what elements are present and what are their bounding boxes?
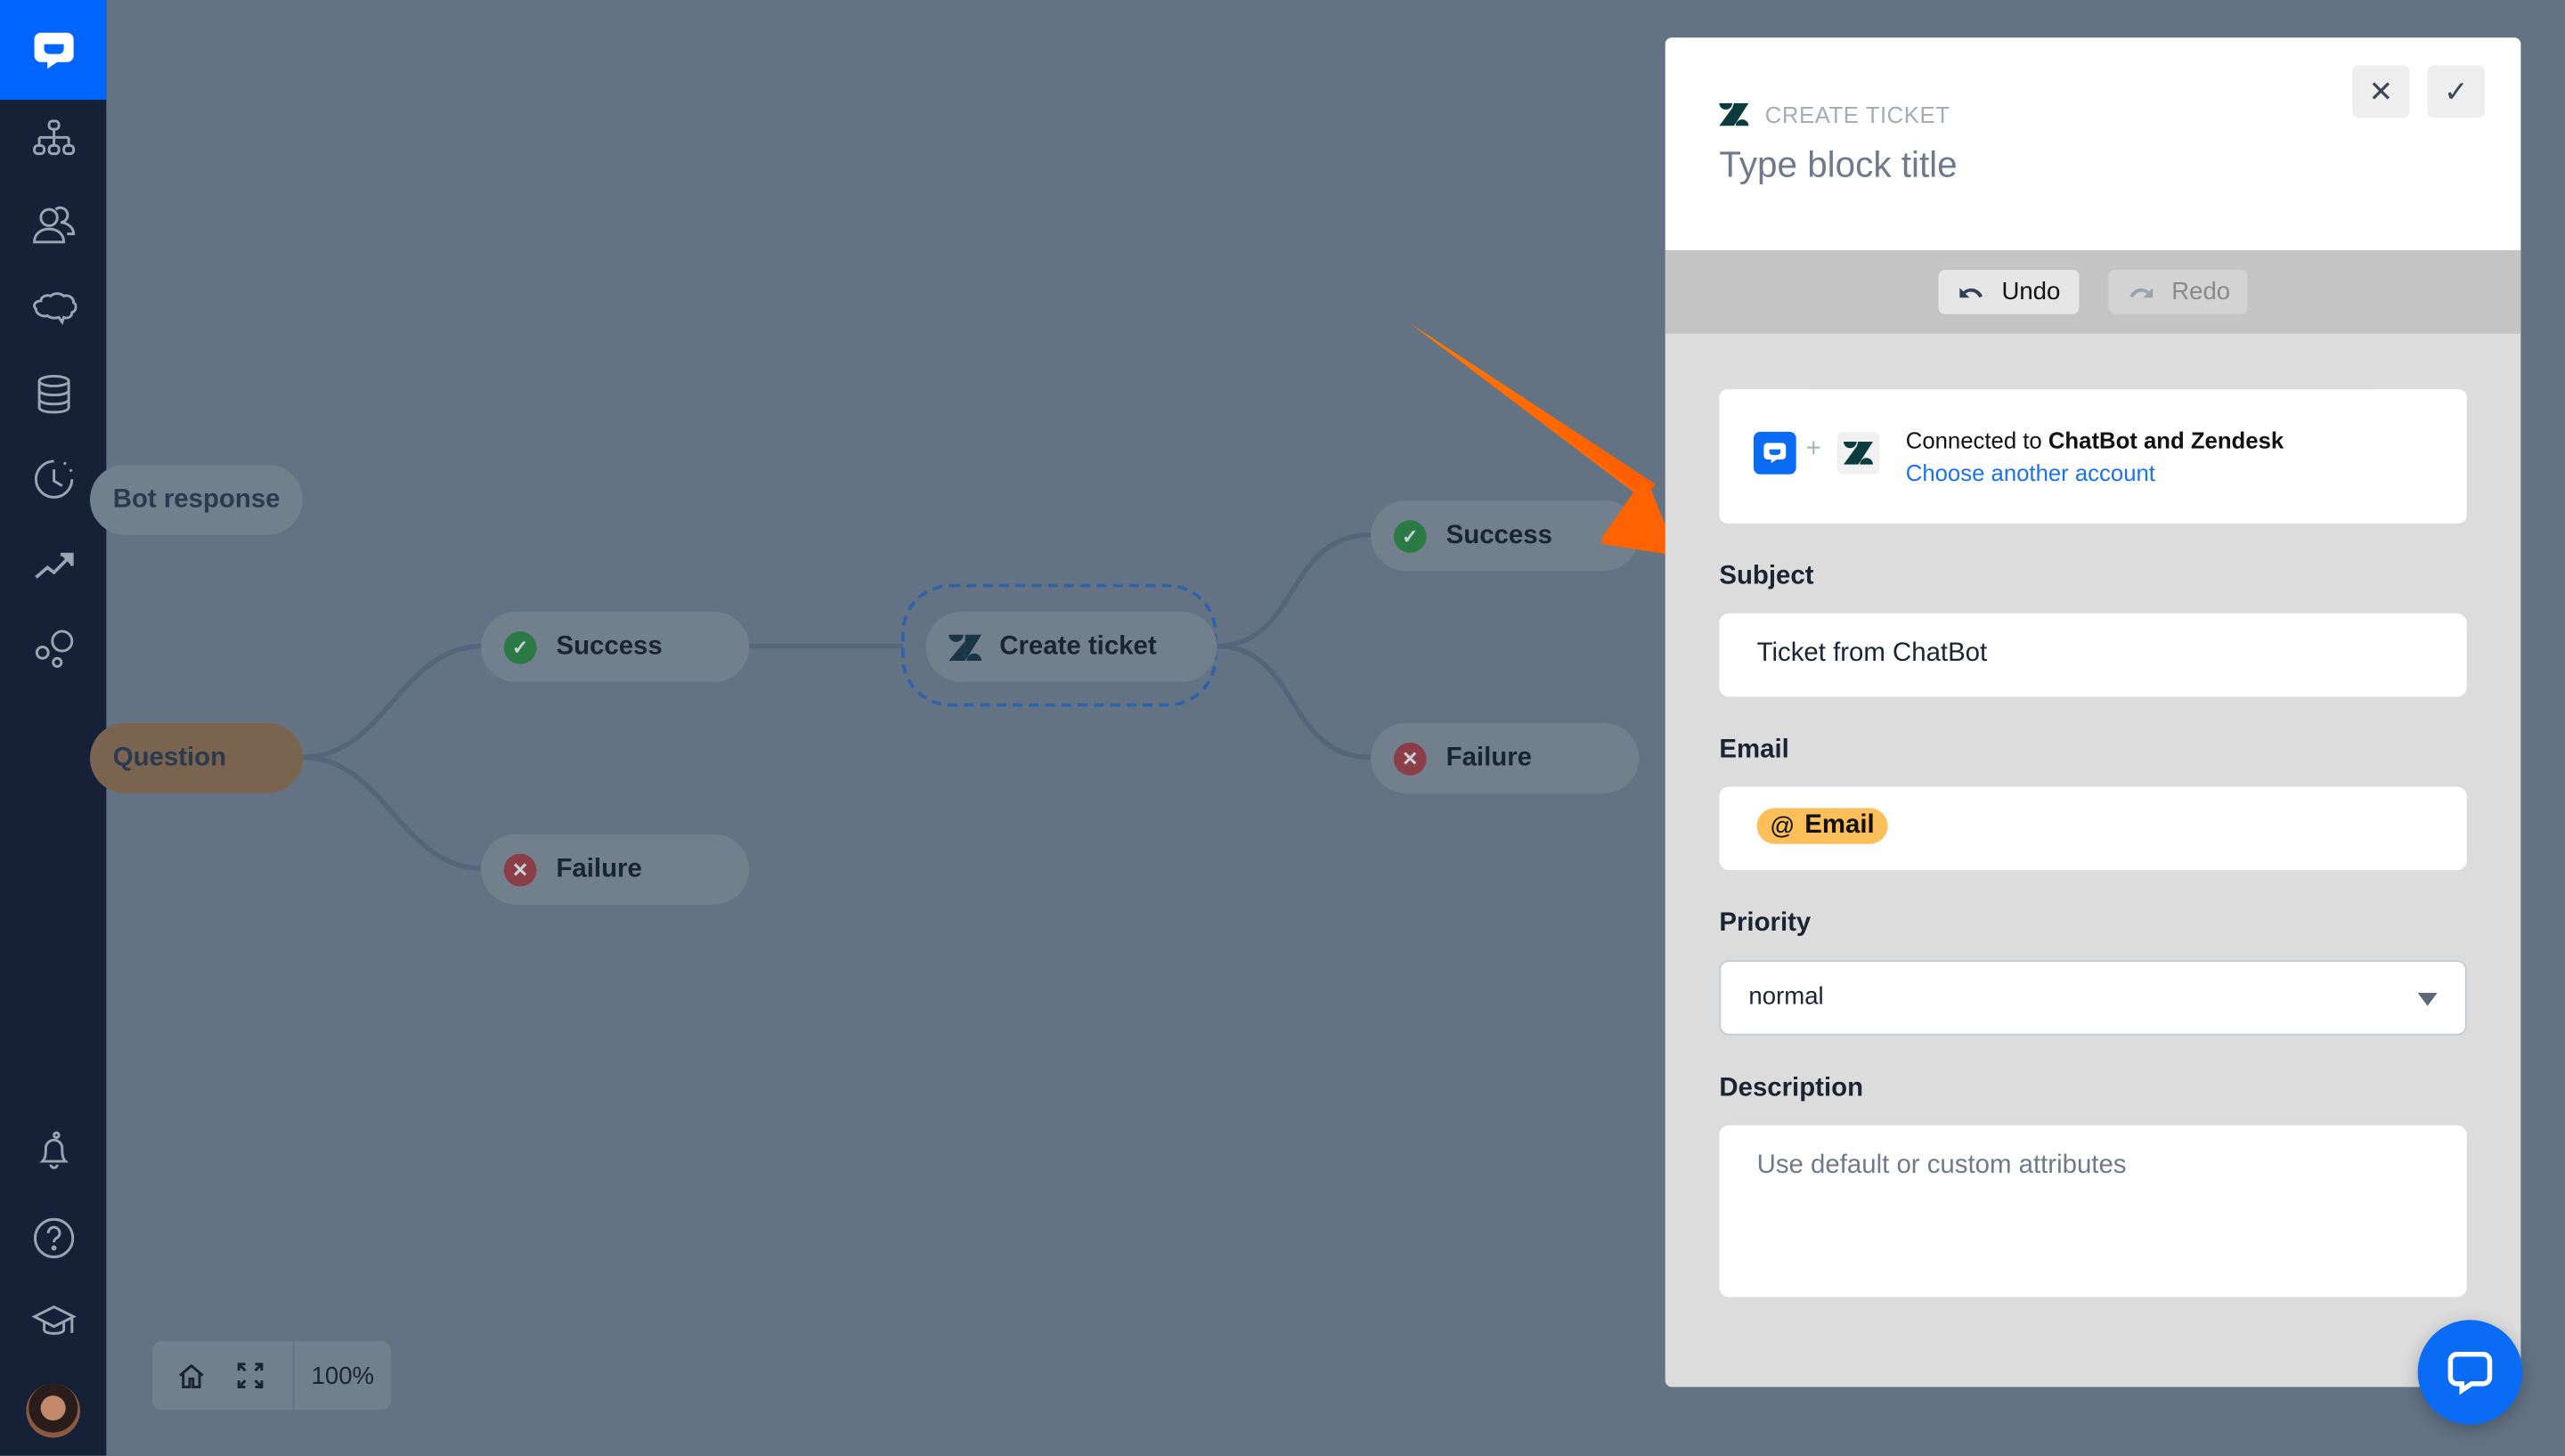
zendesk-app-icon [1836, 431, 1880, 475]
avatar[interactable] [26, 1383, 80, 1438]
connector-question-failure [302, 754, 483, 872]
close-button[interactable]: ✕ [2352, 65, 2410, 118]
connector-create-failure [1215, 643, 1372, 761]
expand-icon [237, 1362, 264, 1388]
node-label: Failure [1445, 743, 1533, 772]
node-success-1[interactable]: ✓ Success [480, 611, 750, 682]
x-circle-icon: ✕ [1393, 741, 1427, 775]
home-icon [179, 1363, 204, 1388]
node-label: Success [556, 631, 663, 661]
node-label: Question [112, 743, 227, 772]
check-circle-icon: ✓ [503, 630, 537, 663]
email-attribute-chip[interactable]: @ Email [1756, 808, 1888, 844]
zendesk-icon [949, 633, 982, 661]
node-label: Bot response [112, 484, 281, 513]
priority-select[interactable]: normal [1719, 960, 2467, 1036]
chatbot-logo-icon [33, 31, 73, 69]
node-failure-2[interactable]: ✕ Failure [1371, 722, 1640, 793]
subject-input[interactable]: Ticket from ChatBot [1719, 613, 2467, 697]
connection-prefix: Connected to [1905, 427, 2048, 453]
sidebar-item-notifications[interactable] [0, 1118, 106, 1184]
history-icon [34, 460, 73, 499]
help-icon [33, 1217, 74, 1258]
chat-bubble-icon [2447, 1352, 2493, 1395]
sitemap-icon [32, 119, 75, 156]
history-toolbar: Undo Redo [1665, 250, 2521, 334]
panel-kicker: CREATE TICKET [1719, 102, 1950, 127]
zendesk-icon [1719, 102, 1749, 126]
sidebar-item-audience[interactable] [0, 191, 106, 256]
plus-icon: + [1805, 435, 1821, 463]
subject-label: Subject [1719, 562, 1814, 591]
node-label: Success [1445, 520, 1552, 549]
sidebar-item-stories[interactable] [0, 106, 106, 171]
connector-create-success [1215, 532, 1372, 649]
sidebar-item-training[interactable] [0, 276, 106, 341]
block-title-input[interactable]: Type block title [1719, 144, 1957, 187]
x-circle-icon: ✕ [503, 852, 537, 886]
chip-label: Email [1804, 811, 1875, 840]
redo-icon [2129, 287, 2153, 297]
home-button[interactable] [162, 1341, 221, 1410]
priority-label: Priority [1719, 909, 1812, 938]
check-circle-icon: ✓ [1393, 519, 1427, 552]
fit-screen-button[interactable] [221, 1341, 280, 1410]
chatbot-logo[interactable] [0, 0, 107, 101]
node-success-2[interactable]: ✓ Success [1371, 500, 1640, 572]
bell-icon [38, 1131, 69, 1169]
undo-icon [1958, 287, 1983, 297]
description-label: Description [1719, 1074, 1864, 1102]
undo-button[interactable]: Undo [1937, 270, 2079, 314]
sidebar-item-reports[interactable] [0, 532, 106, 597]
connection-status: Connected to ChatBot and Zendesk [1906, 427, 2284, 452]
redo-button[interactable]: Redo [2107, 270, 2249, 314]
description-input[interactable]: Use default or custom attributes [1719, 1125, 2467, 1297]
at-icon: @ [1770, 811, 1796, 841]
node-question[interactable]: Question [90, 722, 303, 793]
email-label: Email [1719, 736, 1789, 764]
zoom-controls: 100% [151, 1341, 391, 1411]
node-label: Failure [556, 854, 642, 883]
create-ticket-panel: CREATE TICKET Type block title ✕ ✓ Undo … [1665, 37, 2521, 1387]
node-bot-response[interactable]: Bot response [90, 464, 303, 535]
close-icon: ✕ [2368, 74, 2394, 108]
connector-question-success [302, 643, 483, 761]
undo-label: Undo [2001, 278, 2061, 306]
brain-icon [32, 292, 77, 326]
chat-widget-button[interactable] [2417, 1320, 2523, 1425]
sidebar [0, 0, 107, 1456]
connection-card: + Connected to ChatBot and Zendesk Choos… [1719, 389, 2467, 524]
email-input[interactable]: @ Email [1719, 786, 2467, 871]
node-failure-1[interactable]: ✕ Failure [480, 834, 750, 905]
graduation-cap-icon [30, 1305, 77, 1335]
app: Bot response Question ✓ Success ✕ Failur… [0, 0, 2565, 1456]
sidebar-item-help[interactable] [0, 1206, 106, 1271]
confirm-button[interactable]: ✓ [2427, 65, 2485, 118]
panel-kicker-label: CREATE TICKET [1764, 101, 1950, 128]
zoom-level: 100% [311, 1362, 375, 1390]
database-icon [37, 374, 69, 414]
users-icon [32, 206, 75, 244]
sidebar-item-integrations[interactable] [0, 616, 106, 681]
sidebar-item-data[interactable] [0, 362, 106, 427]
node-create-ticket[interactable]: Create ticket [925, 611, 1217, 682]
priority-value: normal [1748, 982, 1824, 1012]
connection-services: ChatBot and Zendesk [2048, 427, 2284, 453]
caret-down-icon [2417, 992, 2438, 1006]
node-label: Create ticket [999, 631, 1157, 661]
bubbles-icon [34, 630, 73, 668]
choose-another-account-link[interactable]: Choose another account [1906, 460, 2155, 485]
trend-icon [34, 552, 73, 579]
check-icon: ✓ [2443, 74, 2469, 108]
chatbot-app-icon [1753, 431, 1796, 475]
sidebar-item-academy[interactable] [0, 1290, 106, 1355]
panel-header: CREATE TICKET Type block title ✕ ✓ [1665, 37, 2521, 251]
redo-label: Redo [2171, 278, 2231, 306]
